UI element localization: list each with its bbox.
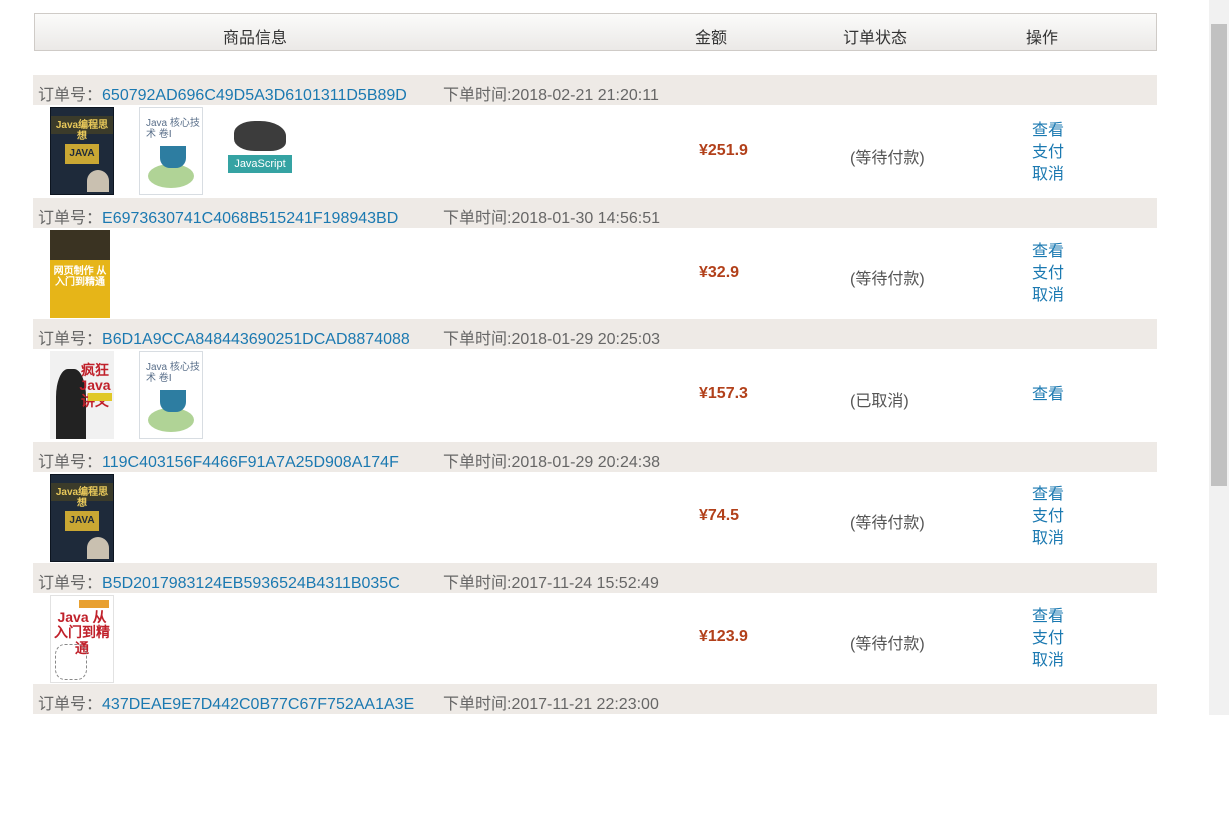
order-price: ¥251.9 [699, 142, 748, 159]
book-title: JavaScript [228, 155, 292, 173]
book-title: Java编程思想 [55, 487, 109, 509]
order-no-label: 订单号： [38, 696, 103, 713]
order-id-link[interactable]: 437DEAE9E7D442C0B77C67F752AA1A3E [102, 696, 414, 713]
order-status: (等待付款) [850, 636, 925, 653]
view-order-link[interactable]: 查看 [1032, 120, 1064, 142]
order-time-label: 下单时间: [443, 454, 512, 471]
order-status: (等待付款) [850, 271, 925, 288]
order-time-label: 下单时间: [443, 696, 512, 713]
book-cover-javascript[interactable]: JavaScript [228, 107, 292, 195]
book-cover-html-css[interactable]: 网页制作 从入门到精通 [50, 230, 110, 318]
order-time: 2017-11-24 15:52:49 [511, 575, 659, 592]
order-time-label: 下单时间: [443, 87, 512, 104]
order-row: 疯狂 Java讲义 Java 核心技术 卷Ⅰ ¥157.3 (已取消) 查看 [33, 349, 1157, 442]
header-product-info: 商品信息 [223, 30, 288, 47]
order-time: 2017-11-21 22:23:00 [511, 696, 659, 713]
book-title: Java编程思想 [55, 120, 109, 142]
order-row: 网页制作 从入门到精通 ¥32.9 (等待付款) 查看 支付 取消 [33, 228, 1157, 319]
order-id-link[interactable]: B5D2017983124EB5936524B4311B035C [102, 575, 400, 592]
book-cover-java-entry[interactable]: Java 从入门到精通 [50, 595, 114, 683]
pay-order-link[interactable]: 支付 [1032, 263, 1064, 285]
order-books: 网页制作 从入门到精通 [50, 230, 110, 318]
cancel-order-link[interactable]: 取消 [1032, 650, 1064, 672]
order-time: 2018-02-21 21:20:11 [511, 87, 659, 104]
order-price: ¥74.5 [699, 507, 740, 524]
order-time-label: 下单时间: [443, 575, 512, 592]
order-header-bar: 订单号：B5D2017983124EB5936524B4311B035C 下单时… [33, 563, 1157, 593]
order-time: 2018-01-29 20:24:38 [511, 454, 661, 471]
order-id-link[interactable]: 119C403156F4466F91A7A25D908A174F [102, 454, 399, 471]
order-header-bar: 订单号：650792AD696C49D5A3D6101311D5B89D 下单时… [33, 75, 1157, 105]
order-id-link[interactable]: E6973630741C4068B515241F198943BD [102, 210, 398, 227]
order-no-label: 订单号： [38, 210, 103, 227]
order-id-link[interactable]: 650792AD696C49D5A3D6101311D5B89D [102, 87, 407, 104]
order-no-label: 订单号： [38, 331, 103, 348]
order-actions: 查看 支付 取消 [1032, 120, 1064, 186]
book-cover-crazy-java[interactable]: 疯狂 Java讲义 [50, 351, 114, 439]
order-actions: 查看 支付 取消 [1032, 606, 1064, 672]
order-actions: 查看 支付 取消 [1032, 241, 1064, 307]
vertical-scrollbar[interactable] [1209, 0, 1229, 715]
order-actions: 查看 [1032, 384, 1064, 406]
order-time: 2018-01-29 20:25:03 [511, 331, 661, 348]
order-status: (已取消) [850, 393, 909, 410]
view-order-link[interactable]: 查看 [1032, 606, 1064, 628]
order-row: Java编程思想 JAVA ¥74.5 (等待付款) 查看 支付 取消 [33, 472, 1157, 563]
header-actions: 操作 [1026, 30, 1059, 47]
order-price: ¥157.3 [699, 385, 748, 402]
order-price: ¥123.9 [699, 628, 748, 645]
cancel-order-link[interactable]: 取消 [1032, 528, 1064, 550]
book-cover-java-thinking[interactable]: Java编程思想 JAVA [50, 107, 114, 195]
book-cover-java-core[interactable]: Java 核心技术 卷Ⅰ [139, 351, 203, 439]
view-order-link[interactable]: 查看 [1032, 484, 1064, 506]
order-status: (等待付款) [850, 515, 925, 532]
order-header-bar: 订单号：437DEAE9E7D442C0B77C67F752AA1A3E 下单时… [33, 684, 1157, 714]
view-order-link[interactable]: 查看 [1032, 241, 1064, 263]
order-no-label: 订单号： [38, 454, 103, 471]
order-header-bar: 订单号：E6973630741C4068B515241F198943BD 下单时… [33, 198, 1157, 228]
order-row: Java 从入门到精通 ¥123.9 (等待付款) 查看 支付 取消 [33, 593, 1157, 684]
book-title: Java 核心技术 卷Ⅰ [146, 362, 200, 384]
order-books: 疯狂 Java讲义 Java 核心技术 卷Ⅰ [50, 351, 203, 439]
order-table-header: 商品信息 金额 订单状态 操作 [34, 13, 1157, 51]
order-actions: 查看 支付 取消 [1032, 484, 1064, 550]
order-list: 订单号：650792AD696C49D5A3D6101311D5B89D 下单时… [33, 75, 1157, 714]
book-title: 疯狂 Java讲义 [79, 362, 111, 408]
book-title: 网页制作 从入门到精通 [53, 266, 107, 288]
order-time: 2018-01-30 14:56:51 [511, 210, 661, 227]
cancel-order-link[interactable]: 取消 [1032, 164, 1064, 186]
order-time-label: 下单时间: [443, 210, 512, 227]
book-cover-java-thinking[interactable]: Java编程思想 JAVA [50, 474, 114, 562]
order-books: Java编程思想 JAVA [50, 474, 114, 562]
order-no-label: 订单号： [38, 87, 103, 104]
pay-order-link[interactable]: 支付 [1032, 142, 1064, 164]
order-id-link[interactable]: B6D1A9CCA848443690251DCAD8874088 [102, 331, 410, 348]
order-price: ¥32.9 [699, 264, 740, 281]
order-no-label: 订单号： [38, 575, 103, 592]
scrollbar-thumb[interactable] [1211, 24, 1227, 486]
view-order-link[interactable]: 查看 [1032, 384, 1064, 406]
order-status: (等待付款) [850, 150, 925, 167]
order-time-label: 下单时间: [443, 331, 512, 348]
order-header-bar: 订单号：119C403156F4466F91A7A25D908A174F 下单时… [33, 442, 1157, 472]
order-books: Java 从入门到精通 [50, 595, 114, 683]
book-cover-java-core[interactable]: Java 核心技术 卷Ⅰ [139, 107, 203, 195]
header-amount: 金额 [695, 30, 728, 47]
order-header-bar: 订单号：B6D1A9CCA848443690251DCAD8874088 下单时… [33, 319, 1157, 349]
header-status: 订单状态 [843, 30, 908, 47]
order-books: Java编程思想 JAVA Java 核心技术 卷Ⅰ JavaScript [50, 107, 292, 195]
pay-order-link[interactable]: 支付 [1032, 628, 1064, 650]
book-title: Java 核心技术 卷Ⅰ [146, 118, 200, 140]
pay-order-link[interactable]: 支付 [1032, 506, 1064, 528]
order-row: Java编程思想 JAVA Java 核心技术 卷Ⅰ JavaScript ¥2… [33, 105, 1157, 198]
cancel-order-link[interactable]: 取消 [1032, 285, 1064, 307]
